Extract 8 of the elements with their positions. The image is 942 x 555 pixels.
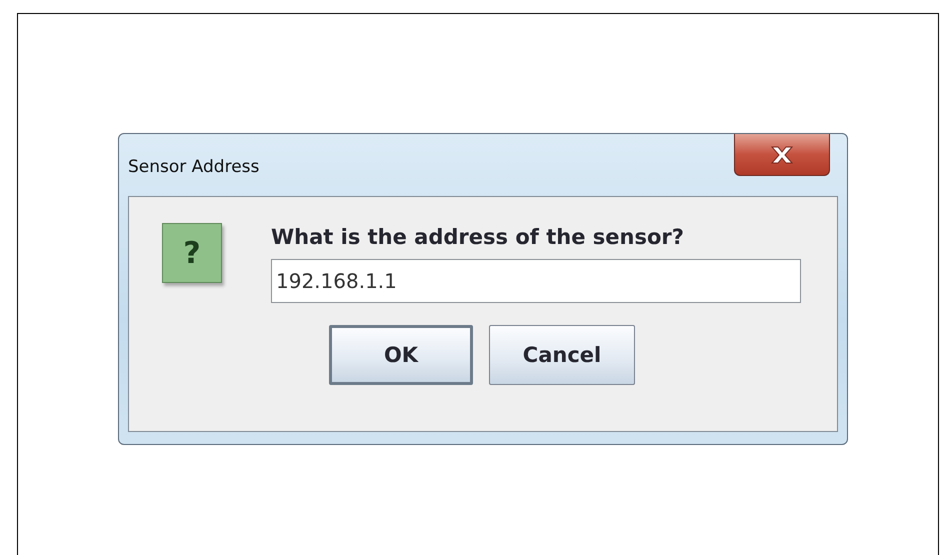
close-button[interactable]	[734, 134, 830, 176]
window-title: Sensor Address	[128, 157, 260, 177]
address-field[interactable]: 192.168.1.1	[271, 259, 801, 303]
question-icon: ?	[162, 223, 222, 283]
close-icon	[769, 144, 795, 164]
cancel-button[interactable]: Cancel	[489, 325, 635, 385]
ok-button[interactable]: OK	[329, 325, 473, 385]
question-text: What is the address of the sensor?	[271, 225, 685, 249]
